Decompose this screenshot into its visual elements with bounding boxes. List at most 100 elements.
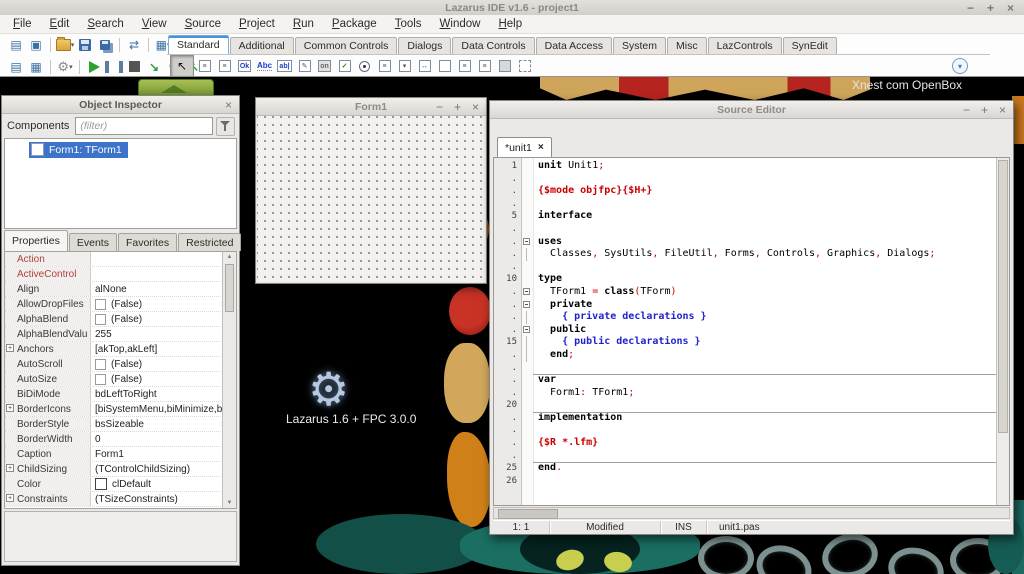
editor-vertical-scrollbar[interactable] xyxy=(996,158,1009,505)
tab-unit1[interactable]: *unit1 × xyxy=(497,137,552,157)
maximize-button[interactable]: + xyxy=(987,1,994,15)
property-row-alphablendvalu[interactable]: AlphaBlendValu 255 xyxy=(5,327,223,342)
component-tedit-button[interactable]: ab| xyxy=(275,56,294,76)
palette-tab-data-controls[interactable]: Data Controls xyxy=(452,37,535,54)
expand-icon[interactable]: + xyxy=(6,344,14,352)
property-value-cell[interactable]: Form1 xyxy=(91,449,223,460)
code-line-5[interactable]: 5 interface xyxy=(494,210,997,223)
code-line-25[interactable]: 25 end. xyxy=(494,462,997,475)
open-file-button[interactable]: ▾ xyxy=(55,36,75,54)
minimize-button[interactable]: − xyxy=(963,103,970,117)
component-tradiobutton-button[interactable] xyxy=(355,56,374,76)
view-forms-button[interactable]: ▦ xyxy=(26,58,46,76)
menu-tools[interactable]: Tools xyxy=(386,18,431,30)
code-line-20[interactable]: 20 xyxy=(494,399,997,412)
step-into-button[interactable]: ↘ xyxy=(144,58,164,76)
component-tscrollbar-button[interactable]: ↔ xyxy=(415,56,434,76)
palette-tab-standard[interactable]: Standard xyxy=(168,35,229,54)
property-row-anchors[interactable]: + Anchors [akTop,akLeft] xyxy=(5,342,223,357)
source-editor-titlebar[interactable]: Source Editor − + × xyxy=(490,101,1013,119)
component-tcheckgroup-button[interactable]: ≡ xyxy=(475,56,494,76)
oi-tab-restricted[interactable]: Restricted xyxy=(178,233,242,251)
toggle-form-unit-button[interactable]: ⇄ xyxy=(124,36,144,54)
tree-item-form1[interactable]: Form1: TForm1 xyxy=(29,142,128,158)
scrollbar-thumb[interactable] xyxy=(225,264,234,312)
component-tlistbox-button[interactable]: ≡ xyxy=(375,56,394,76)
property-value-cell[interactable]: (False) xyxy=(91,313,223,325)
property-value-cell[interactable]: clDefault xyxy=(91,478,223,490)
property-grid-scrollbar[interactable]: ▲ ▼ xyxy=(222,252,236,508)
property-value-cell[interactable]: (False) xyxy=(91,298,223,310)
code-line-4[interactable]: . xyxy=(494,198,997,211)
fold-collapse-icon[interactable] xyxy=(523,288,530,296)
fold-collapse-icon[interactable] xyxy=(523,238,530,246)
expand-icon[interactable]: + xyxy=(6,464,14,472)
property-row-childsizing[interactable]: + ChildSizing (TControlChildSizing) xyxy=(5,462,223,477)
code-line-7[interactable]: . uses xyxy=(494,236,997,249)
code-line-24[interactable]: . xyxy=(494,450,997,463)
new-form-button[interactable]: ▣ xyxy=(26,36,46,54)
component-tcombobox-button[interactable]: ▾ xyxy=(395,56,414,76)
save-all-button[interactable] xyxy=(95,36,115,54)
new-unit-button[interactable]: ▤ xyxy=(6,36,26,54)
property-value-cell[interactable]: (False) xyxy=(91,373,223,385)
property-row-action[interactable]: Action xyxy=(5,252,223,267)
form-design-surface[interactable] xyxy=(257,116,485,282)
code-line-13[interactable]: . { private declarations } xyxy=(494,311,997,324)
code-line-2[interactable]: . xyxy=(494,173,997,186)
filter-input[interactable] xyxy=(75,117,213,135)
code-line-22[interactable]: . xyxy=(494,424,997,437)
code-line-11[interactable]: . TForm1 = class(TForm) xyxy=(494,286,997,299)
property-row-alphablend[interactable]: AlphaBlend (False) xyxy=(5,312,223,327)
oi-tab-favorites[interactable]: Favorites xyxy=(117,233,178,251)
code-line-26[interactable]: 26 xyxy=(494,475,997,488)
component-tmemo-button[interactable]: ✎ xyxy=(295,56,314,76)
stop-button[interactable] xyxy=(124,58,144,76)
component-tree[interactable]: Form1: TForm1 xyxy=(4,138,237,229)
property-row-borderstyle[interactable]: BorderStyle bsSizeable xyxy=(5,417,223,432)
property-row-align[interactable]: Align alNone xyxy=(5,282,223,297)
menu-search[interactable]: Search xyxy=(78,18,132,30)
oi-tab-properties[interactable]: Properties xyxy=(4,230,68,251)
palette-tab-lazcontrols[interactable]: LazControls xyxy=(707,37,782,54)
property-value-cell[interactable]: bdLeftToRight xyxy=(91,389,223,400)
maximize-button[interactable]: + xyxy=(981,103,988,117)
code-line-17[interactable]: . xyxy=(494,362,997,375)
close-button[interactable]: × xyxy=(999,103,1006,117)
component-tradiogroup-button[interactable]: ≡ xyxy=(455,56,474,76)
menu-view[interactable]: View xyxy=(133,18,176,30)
palette-tab-common-controls[interactable]: Common Controls xyxy=(294,37,398,54)
component-tbutton-button[interactable]: Ok xyxy=(235,56,254,76)
component-tmainmenu-button[interactable]: ≡ xyxy=(195,56,214,76)
component-tgroupbox-button[interactable] xyxy=(435,56,454,76)
scrollbar-thumb[interactable] xyxy=(498,509,558,519)
menu-run[interactable]: Run xyxy=(284,18,323,30)
component-tlabel-button[interactable]: Abc xyxy=(255,56,274,76)
property-row-activecontrol[interactable]: ActiveControl xyxy=(5,267,223,282)
code-line-23[interactable]: . {$R *.lfm} xyxy=(494,437,997,450)
property-value-cell[interactable]: [akTop,akLeft] xyxy=(91,344,223,355)
tab-close-icon[interactable]: × xyxy=(538,142,544,153)
menu-window[interactable]: Window xyxy=(431,18,490,30)
property-value-cell[interactable]: 0 xyxy=(91,434,223,445)
property-row-bordericons[interactable]: +BorderIcons [biSystemMenu,biMinimize,biM… xyxy=(5,402,223,417)
code-line-12[interactable]: . private xyxy=(494,299,997,312)
property-row-autoscroll[interactable]: AutoScroll (False) xyxy=(5,357,223,372)
fold-collapse-icon[interactable] xyxy=(523,301,530,309)
scrollbar-thumb[interactable] xyxy=(998,160,1008,433)
component-tpanel-button[interactable] xyxy=(495,56,514,76)
pause-button[interactable] xyxy=(104,58,124,76)
fold-collapse-icon[interactable] xyxy=(523,326,530,334)
code-editor[interactable]: 1 unit Unit1;.. {$mode objfpc}{$H+}. 5 inter… xyxy=(493,157,1010,506)
view-units-button[interactable]: ▤ xyxy=(6,58,26,76)
property-row-bidimode[interactable]: BiDiMode bdLeftToRight xyxy=(5,387,223,402)
property-row-caption[interactable]: Caption Form1 xyxy=(5,447,223,462)
property-value-cell[interactable]: (TControlChildSizing) xyxy=(91,464,223,475)
code-line-8[interactable]: . Classes, SysUtils, FileUtil, Forms, Co… xyxy=(494,248,997,261)
property-row-borderwidth[interactable]: BorderWidth 0 xyxy=(5,432,223,447)
code-line-15[interactable]: 15 { public declarations } xyxy=(494,336,997,349)
property-value-cell[interactable]: alNone xyxy=(91,284,223,295)
editor-horizontal-scrollbar[interactable] xyxy=(493,507,1010,519)
oi-tab-events[interactable]: Events xyxy=(68,233,117,251)
component-tpopupmenu-button[interactable]: ≡ xyxy=(215,56,234,76)
